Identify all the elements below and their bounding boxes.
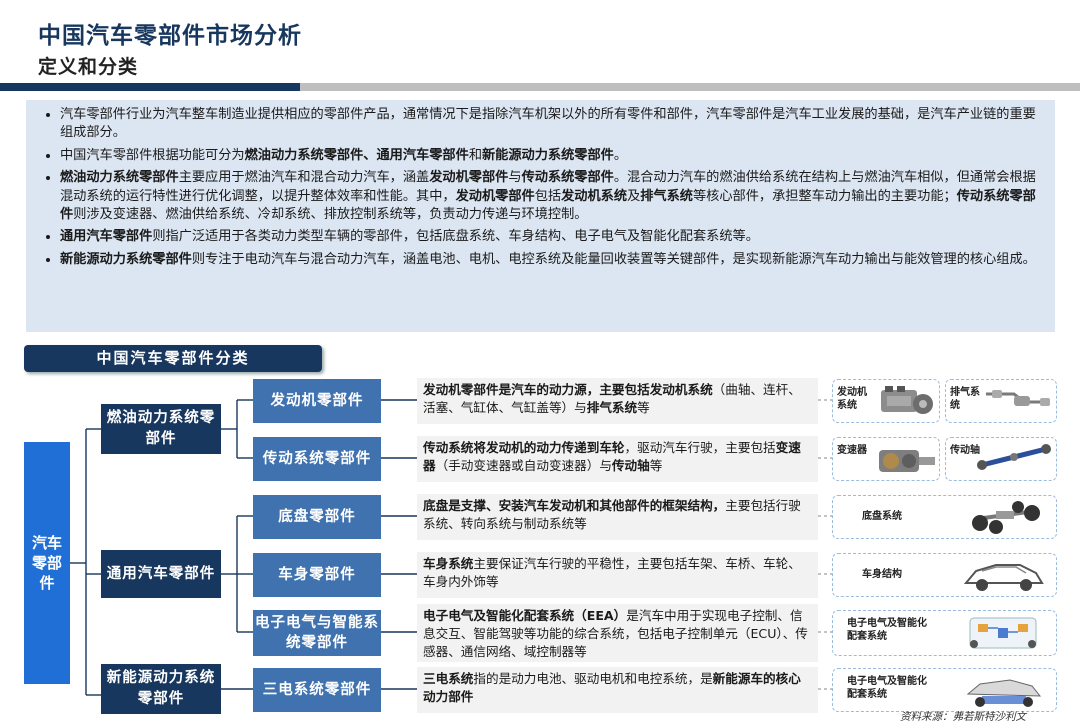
component-image-card: 传动轴: [945, 437, 1057, 481]
component-image-card: 变速器: [832, 437, 940, 481]
bold-text: 发动机零部件是汽车的动力源，主要包括: [423, 382, 650, 397]
text: 等: [637, 400, 650, 415]
source-note: 资料来源：弗若斯特沙利文: [900, 711, 1026, 723]
bold-text: 排气系统: [586, 400, 638, 415]
bold-text: 传动系统将发动机的动力传递到车轮: [423, 440, 625, 455]
l2-node: 发动机零部件: [253, 379, 381, 423]
component-image-card: 车身结构: [832, 553, 1057, 597]
bold-text: 车身系统: [423, 556, 474, 571]
gearbox-icon: [875, 442, 937, 482]
l2-description: 车身系统主要保证汽车行驶的平稳性，主要包括车架、车桥、车轮、车身内外饰等: [417, 552, 818, 598]
ev-platform-icon: [960, 672, 1046, 714]
l2-node: 三电系统零部件: [253, 668, 381, 712]
exhaust-icon: [984, 384, 1054, 418]
l1-node-fuel: 燃油动力系统零部件: [101, 404, 221, 454]
chassis-icon: [966, 499, 1046, 539]
component-image-card: 排气系统: [945, 379, 1057, 423]
electronics-icon: [960, 614, 1046, 656]
car-body-icon: [962, 557, 1046, 597]
l1-node-nev: 新能源动力系统零部件: [101, 664, 221, 714]
l2-node: 传动系统零部件: [253, 437, 381, 481]
text: 等: [649, 458, 663, 473]
bold-text: 三电系统: [423, 671, 474, 686]
component-image-label: 底盘系统: [862, 511, 902, 522]
component-image-label: 发动机系统: [837, 387, 867, 411]
component-image-label: 变速器: [837, 445, 867, 456]
component-image-card: 电子电气及智能化配套系统: [832, 668, 1057, 712]
text: （手动变速器或自动变速器）与: [435, 458, 612, 473]
component-image-label: 电子电气及智能化配套系统: [847, 618, 927, 642]
l2-description: 电子电气及智能化配套系统（EEA）是汽车中用于实现电子控制、信息交互、智能驾驶等…: [417, 604, 818, 662]
l1-node-general: 通用汽车零部件: [101, 550, 221, 598]
text: 指的是动力电池、驱动电机和电控系统，是: [473, 671, 713, 686]
component-image-card: 发动机系统: [832, 379, 940, 423]
component-image-card: 电子电气及智能化配套系统: [832, 610, 1057, 656]
l2-node: 车身零部件: [253, 553, 381, 597]
bold-text: 发动机系统: [649, 382, 713, 397]
l2-description: 底盘是支撑、安装汽车发动机和其他部件的框架结构，主要包括行驶系统、转向系统与制动…: [417, 494, 818, 540]
component-image-label: 电子电气及智能化配套系统: [847, 676, 927, 700]
bold-text: 底盘是支撑、安装汽车发动机和其他部件的框架结构，: [423, 498, 726, 513]
l2-node: 电子电气与智能系统零部件: [253, 610, 381, 656]
bold-text: 传动轴: [611, 458, 650, 473]
text: 主要保证汽车行驶的平稳性，主要包括车架、车桥、车轮、车身内外饰等: [423, 556, 801, 589]
driveshaft-icon: [974, 442, 1054, 476]
l2-description: 传动系统将发动机的动力传递到车轮，驱动汽车行驶，主要包括变速器（手动变速器或自动…: [417, 436, 818, 482]
l2-description: 发动机零部件是汽车的动力源，主要包括发动机系统（曲轴、连杆、活塞、气缸体、气缸盖…: [417, 378, 818, 424]
l2-description: 三电系统指的是动力电池、驱动电机和电控系统，是新能源车的核心动力部件: [417, 667, 818, 713]
l2-node: 底盘零部件: [253, 495, 381, 539]
tree-root-node: 汽车零部件: [24, 442, 70, 684]
engine-icon: [875, 384, 937, 422]
component-image-label: 排气系统: [950, 387, 980, 411]
bold-text: 电子电气及智能化配套系统（EEA）: [423, 608, 627, 623]
component-image-card: 底盘系统: [832, 495, 1057, 539]
component-image-label: 车身结构: [862, 569, 902, 580]
text: ，驱动汽车行驶，主要包括: [624, 440, 776, 455]
